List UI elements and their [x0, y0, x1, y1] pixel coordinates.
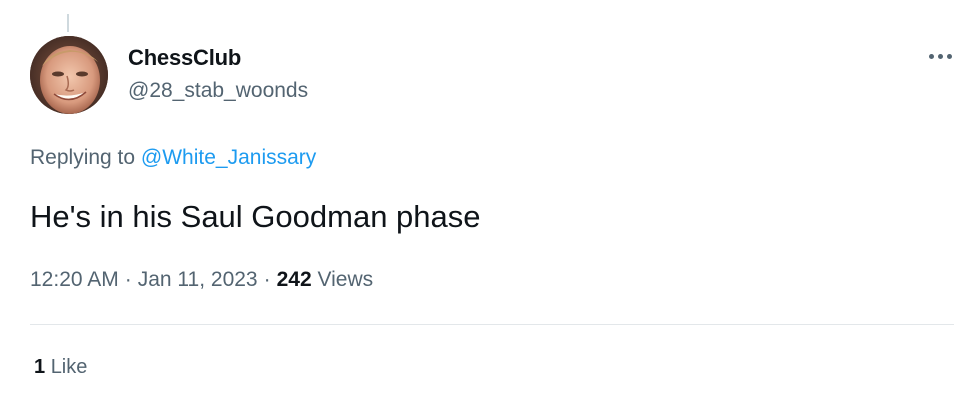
replying-to-mention-link[interactable]: @White_Janissary	[141, 146, 316, 169]
likes-label: Like	[50, 356, 88, 378]
more-horizontal-icon-dot	[946, 53, 952, 59]
tweet-detail: ChessClub @28_stab_woonds Replying to @W…	[0, 0, 980, 408]
author-handle[interactable]: @28_stab_woonds	[128, 79, 308, 103]
meta-separator: ·	[124, 268, 132, 291]
meta-separator: ·	[263, 268, 271, 291]
replying-to-line: Replying to @White_Janissary	[30, 146, 316, 170]
more-options-button[interactable]	[922, 44, 958, 68]
views-count: 242	[276, 268, 312, 291]
likes-link[interactable]: 1 Like	[34, 356, 87, 379]
more-horizontal-icon	[928, 53, 934, 59]
tweet-meta: 12:20 AM · Jan 11, 2023 · 242 Views	[30, 268, 373, 292]
replying-to-prefix: Replying to	[30, 146, 136, 169]
divider	[30, 324, 954, 325]
avatar-image	[30, 36, 108, 114]
author-display-name[interactable]: ChessClub	[128, 45, 241, 71]
likes-count: 1	[34, 356, 46, 378]
tweet-time-link[interactable]: 12:20 AM	[30, 268, 119, 291]
thread-connector-line	[67, 14, 69, 32]
views-label: Views	[317, 268, 374, 291]
tweet-date-link[interactable]: Jan 11, 2023	[138, 268, 258, 291]
avatar[interactable]	[30, 36, 108, 114]
tweet-text: He's in his Saul Goodman phase	[30, 199, 481, 234]
more-horizontal-icon-dot	[937, 53, 943, 59]
